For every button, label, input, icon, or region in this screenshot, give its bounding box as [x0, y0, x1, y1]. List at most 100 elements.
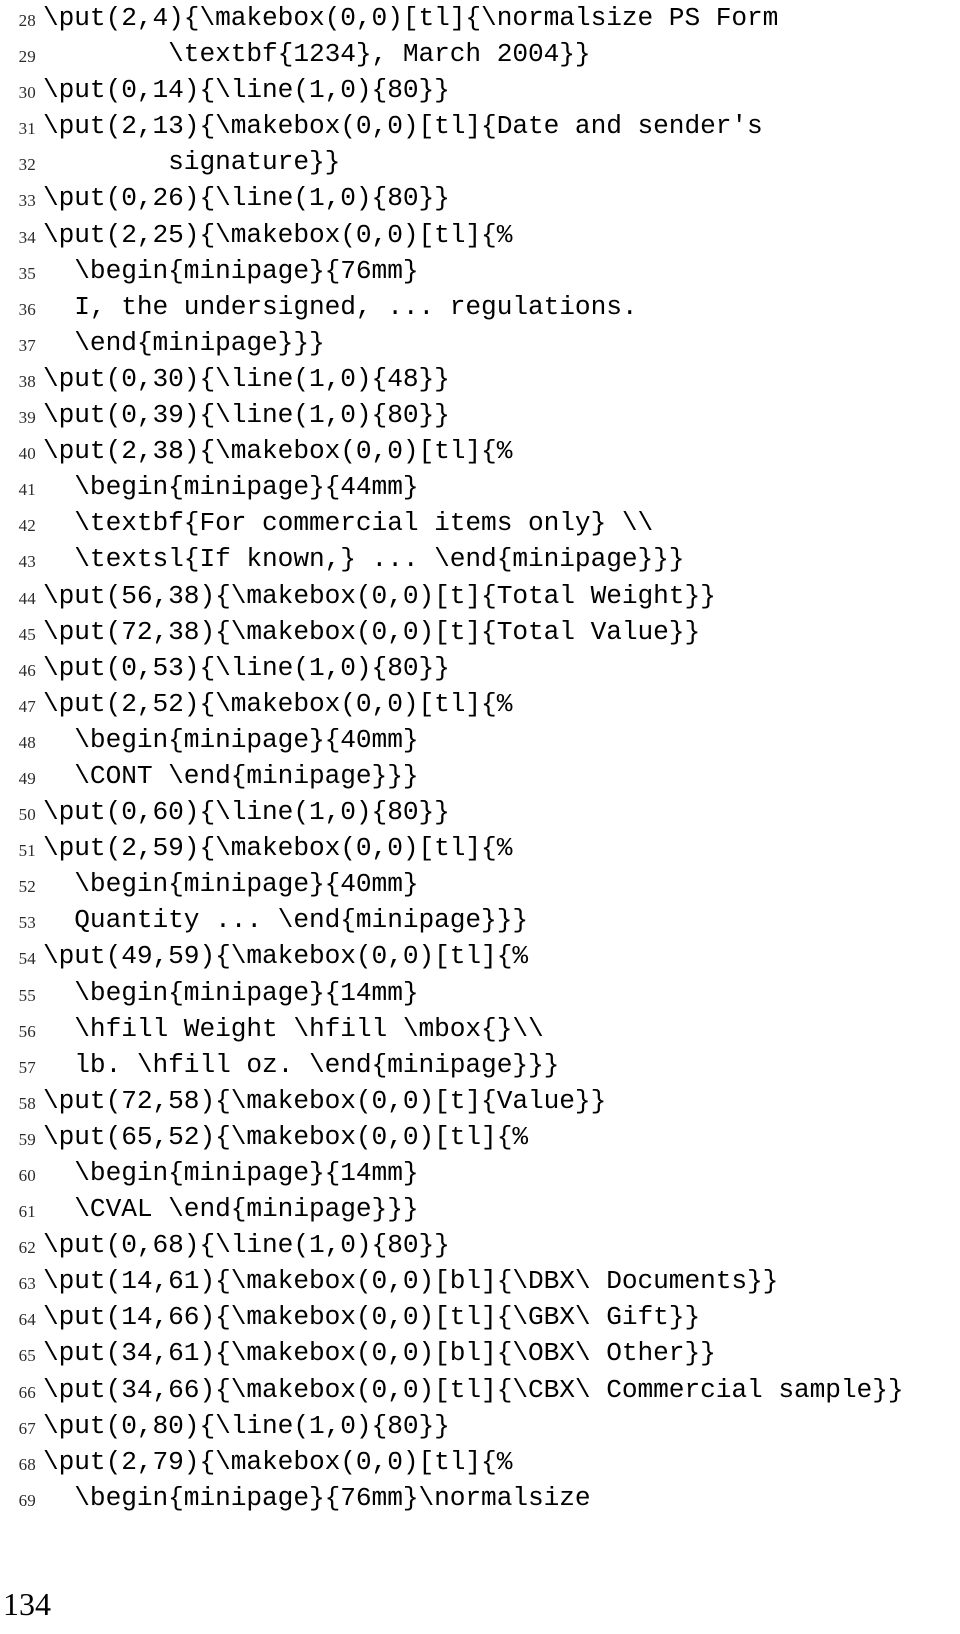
code-line: 36 I, the undersigned, ... regulations. [0, 289, 960, 325]
code-text: \put(2,59){\makebox(0,0)[tl]{% [43, 833, 513, 864]
code-text: \hfill Weight \hfill \mbox{}\\ [43, 1013, 544, 1044]
line-number: 60 [18, 1166, 36, 1185]
line-number: 69 [18, 1490, 36, 1510]
code-text: \put(49,59){\makebox(0,0)[tl]{% [43, 941, 528, 972]
code-line: 68 \put(2,79){\makebox(0,0)[tl]{% [0, 1444, 960, 1480]
code-line: 61 \CVAL \end{minipage}}} [0, 1191, 960, 1227]
code-text: \put(0,60){\line(1,0){80}} [43, 797, 450, 828]
code-text: signature}} [43, 147, 341, 178]
document-page: 28 \put(2,4){\makebox(0,0)[tl]{\normalsiz… [0, 0, 960, 1634]
code-text: \put(0,68){\line(1,0){80}} [43, 1230, 450, 1261]
code-line: 42 \textbf{For commercial items only} \\ [0, 505, 960, 541]
code-line: 51 \put(2,59){\makebox(0,0)[tl]{% [0, 830, 960, 866]
code-text: \put(72,58){\makebox(0,0)[t]{Value}} [43, 1085, 607, 1116]
code-line: 65 \put(34,61){\makebox(0,0)[bl]{\OBX\ Ot… [0, 1335, 960, 1371]
code-line: 50 \put(0,60){\line(1,0){80}} [0, 794, 960, 830]
line-number: 47 [18, 696, 36, 716]
code-line: 44 \put(56,38){\makebox(0,0)[t]{Total Wei… [0, 578, 960, 614]
code-line: 32 signature}} [0, 144, 960, 180]
line-number: 49 [18, 768, 36, 788]
code-text: \put(34,61){\makebox(0,0)[bl]{\OBX\ Othe… [43, 1338, 716, 1369]
code-line: 69 \begin{minipage}{76mm}\normalsize [0, 1480, 960, 1516]
code-text: \textbf{1234}, March 2004}} [43, 39, 591, 70]
line-number: 65 [18, 1346, 36, 1366]
code-line: 28 \put(2,4){\makebox(0,0)[tl]{\normalsiz… [0, 0, 960, 36]
code-text: lb. \hfill oz. \end{minipage}}} [43, 1049, 560, 1080]
line-number: 42 [18, 516, 36, 536]
page-number: 134 [3, 1586, 51, 1622]
code-text: \put(2,25){\makebox(0,0)[tl]{% [43, 219, 513, 250]
code-line: 40 \put(2,38){\makebox(0,0)[tl]{% [0, 433, 960, 469]
code-text: \put(0,26){\line(1,0){80}} [43, 183, 450, 214]
code-text: Quantity ... \end{minipage}}} [43, 905, 528, 936]
code-line: 59 \put(65,52){\makebox(0,0)[tl]{% [0, 1119, 960, 1155]
code-text: \put(0,14){\line(1,0){80}} [43, 75, 450, 106]
code-line: 67 \put(0,80){\line(1,0){80}} [0, 1408, 960, 1444]
code-text: \CONT \end{minipage}}} [43, 760, 419, 791]
line-number: 31 [18, 119, 36, 139]
code-line: 29 \textbf{1234}, March 2004}} [0, 36, 960, 72]
code-line: 55 \begin{minipage}{14mm} [0, 975, 960, 1011]
code-text: \end{minipage}}} [43, 327, 325, 358]
line-number: 46 [18, 660, 36, 680]
code-line: 43 \textsl{If known,} ... \end{minipage}… [0, 541, 960, 577]
code-line: 53 Quantity ... \end{minipage}}} [0, 902, 960, 938]
code-text: \begin{minipage}{40mm} [43, 869, 419, 900]
line-number: 52 [18, 877, 36, 897]
line-number: 34 [18, 227, 36, 247]
code-line: 41 \begin{minipage}{44mm} [0, 469, 960, 505]
code-line: 52 \begin{minipage}{40mm} [0, 866, 960, 902]
line-number: 30 [18, 83, 36, 103]
code-text: \put(2,52){\makebox(0,0)[tl]{% [43, 688, 513, 719]
line-number: 39 [18, 408, 36, 428]
code-text: \put(65,52){\makebox(0,0)[tl]{% [43, 1121, 528, 1152]
code-text: \put(2,13){\makebox(0,0)[tl]{Date and se… [43, 111, 763, 142]
code-text: \begin{minipage}{14mm} [43, 1158, 419, 1188]
line-number: 57 [18, 1057, 36, 1077]
code-line: 54 \put(49,59){\makebox(0,0)[tl]{% [0, 938, 960, 974]
code-line: 62 \put(0,68){\line(1,0){80}} [0, 1227, 960, 1263]
code-text: \begin{minipage}{76mm} [43, 255, 419, 286]
line-number: 44 [18, 588, 36, 608]
line-number: 32 [18, 155, 36, 175]
line-number: 48 [18, 732, 36, 752]
code-line: 31 \put(2,13){\makebox(0,0)[tl]{Date and … [0, 108, 960, 144]
code-text: \put(34,66){\makebox(0,0)[tl]{\CBX\ Comm… [43, 1374, 904, 1405]
line-number: 62 [18, 1238, 36, 1258]
code-line: 39 \put(0,39){\line(1,0){80}} [0, 397, 960, 433]
line-number: 66 [18, 1382, 36, 1402]
code-line: 34 \put(2,25){\makebox(0,0)[tl]{% [0, 217, 960, 253]
line-number: 29 [18, 47, 36, 67]
code-line: 56 \hfill Weight \hfill \mbox{}\\ [0, 1011, 960, 1047]
code-line: 48 \begin{minipage}{40mm} [0, 722, 960, 758]
code-line: 35 \begin{minipage}{76mm} [0, 253, 960, 289]
code-text: \put(72,38){\makebox(0,0)[t]{Total Value… [43, 616, 701, 647]
line-number: 63 [18, 1274, 36, 1294]
code-text: \begin{minipage}{76mm}\normalsize [43, 1482, 591, 1513]
line-number: 68 [18, 1454, 36, 1474]
code-line: 37 \end{minipage}}} [0, 325, 960, 361]
line-number: 53 [18, 913, 36, 933]
code-text: I, the undersigned, ... regulations. [43, 291, 638, 322]
code-text: \put(56,38){\makebox(0,0)[t]{Total Weigh… [43, 580, 716, 611]
code-text: \textbf{For commercial items only} \\ [43, 508, 654, 539]
code-line: 45 \put(72,38){\makebox(0,0)[t]{Total Val… [0, 614, 960, 650]
line-number: 36 [18, 299, 36, 319]
code-line: 46 \put(0,53){\line(1,0){80}} [0, 650, 960, 686]
line-number: 64 [18, 1310, 36, 1330]
line-number: 41 [18, 480, 36, 500]
code-text: \put(0,80){\line(1,0){80}} [43, 1410, 450, 1441]
line-number: 38 [18, 371, 36, 391]
code-listing: 28 \put(2,4){\makebox(0,0)[tl]{\normalsiz… [0, 0, 960, 1516]
line-number: 58 [18, 1093, 36, 1113]
line-number: 33 [18, 191, 36, 211]
code-line: 49 \CONT \end{minipage}}} [0, 758, 960, 794]
line-number: 56 [18, 1021, 36, 1041]
line-number: 55 [18, 985, 36, 1005]
code-text: \begin{minipage}{14mm} [43, 977, 419, 1008]
line-number: 54 [18, 949, 36, 969]
code-text: \put(14,61){\makebox(0,0)[bl]{\DBX\ Docu… [43, 1266, 779, 1297]
line-number: 35 [18, 263, 36, 283]
code-text: \put(0,39){\line(1,0){80}} [43, 400, 450, 431]
code-text: \begin{minipage}{40mm} [43, 724, 419, 755]
